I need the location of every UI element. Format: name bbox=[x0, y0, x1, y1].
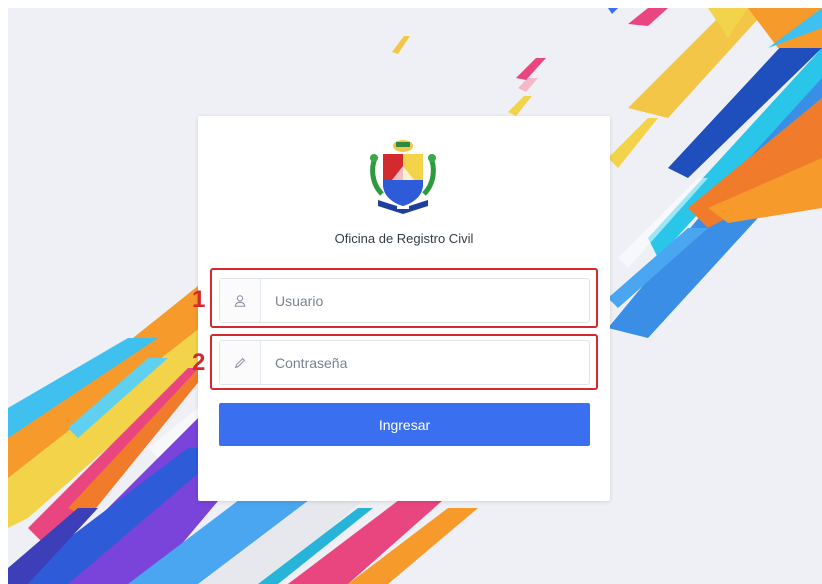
annotation-number-1: 1 bbox=[192, 286, 206, 313]
annotation-number-2: 2 bbox=[192, 349, 206, 376]
coat-of-arms-logo bbox=[368, 136, 438, 214]
office-name: Oficina de Registro Civil bbox=[334, 231, 474, 246]
login-button[interactable]: Ingresar bbox=[219, 403, 590, 446]
annotation-box-2 bbox=[210, 334, 598, 390]
annotation-box-1 bbox=[210, 268, 598, 328]
